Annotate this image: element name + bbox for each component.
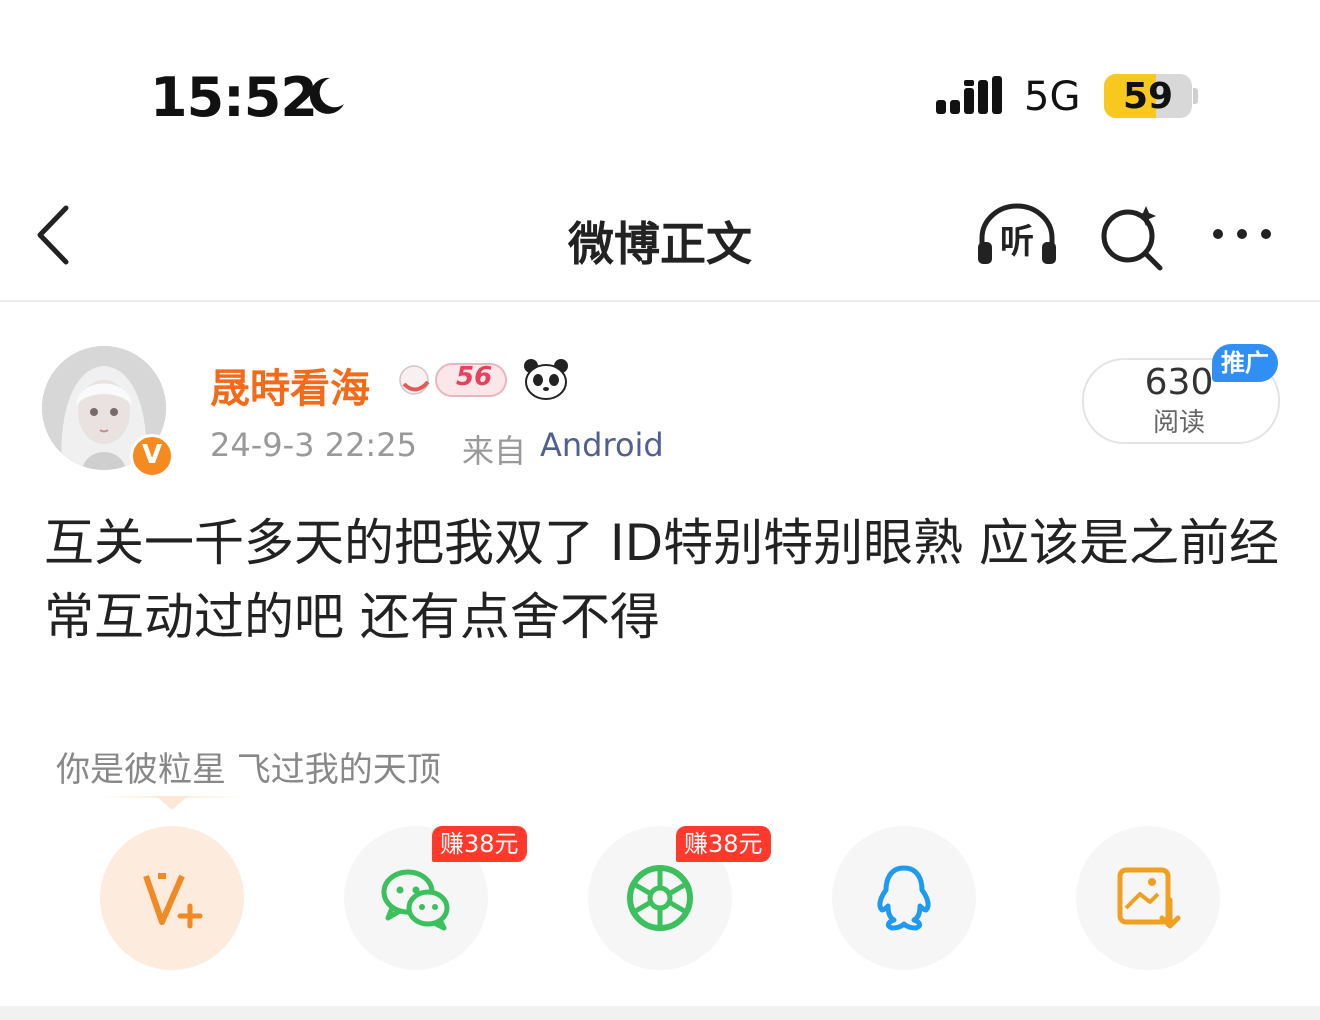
level-badge-icon <box>399 363 507 397</box>
promote-badge[interactable]: 推广 <box>1212 344 1278 382</box>
qq-icon <box>877 865 931 931</box>
wechat-reward-badge: 赚38元 <box>432 826 527 862</box>
level-badge[interactable]: 56 <box>396 354 512 404</box>
post-body: 互关一千多天的把我双了 ID特别特别眼熟 应该是之前经常互动过的吧 还有点舍不得 <box>44 514 1280 646</box>
verified-badge: V <box>130 434 174 478</box>
listen-button[interactable]: 听 <box>974 198 1060 270</box>
more-options-button[interactable] <box>1206 210 1286 258</box>
share-fans-plus-button[interactable] <box>100 826 244 970</box>
post-source[interactable]: Android <box>540 426 664 464</box>
moments-reward-badge: 赚38元 <box>676 826 771 862</box>
search-button[interactable] <box>1096 202 1166 272</box>
nav-divider <box>0 300 1320 302</box>
moments-icon <box>627 865 693 931</box>
save-image-icon <box>1117 867 1181 929</box>
author-name[interactable]: 晟時看海 <box>210 356 370 414</box>
bottom-divider <box>0 1006 1320 1020</box>
read-count-label: 阅读 <box>1152 408 1205 438</box>
listen-label: 听 <box>1000 222 1034 262</box>
battery-cap <box>1193 88 1198 104</box>
moon-icon <box>309 77 344 114</box>
level-number: 56 <box>456 362 493 392</box>
wechat-icon <box>381 869 450 931</box>
battery-percent: 59 <box>1122 76 1174 117</box>
status-time: 15:52 <box>150 66 318 129</box>
signal-icon <box>936 76 1002 114</box>
panda-icon <box>524 359 568 400</box>
save-image-button[interactable] <box>1076 826 1220 970</box>
battery-indicator: 59 <box>1104 74 1192 118</box>
share-tip-arrow <box>156 796 188 810</box>
post-source-prefix: 来自 <box>462 432 527 470</box>
share-tip: 你是彼粒星 飞过我的天顶 <box>56 750 441 790</box>
share-qq-button[interactable] <box>832 826 976 970</box>
post-time: 24-9-3 22:25 <box>210 426 417 464</box>
network-label: 5G <box>1024 74 1081 120</box>
v-plus-icon <box>143 873 203 929</box>
